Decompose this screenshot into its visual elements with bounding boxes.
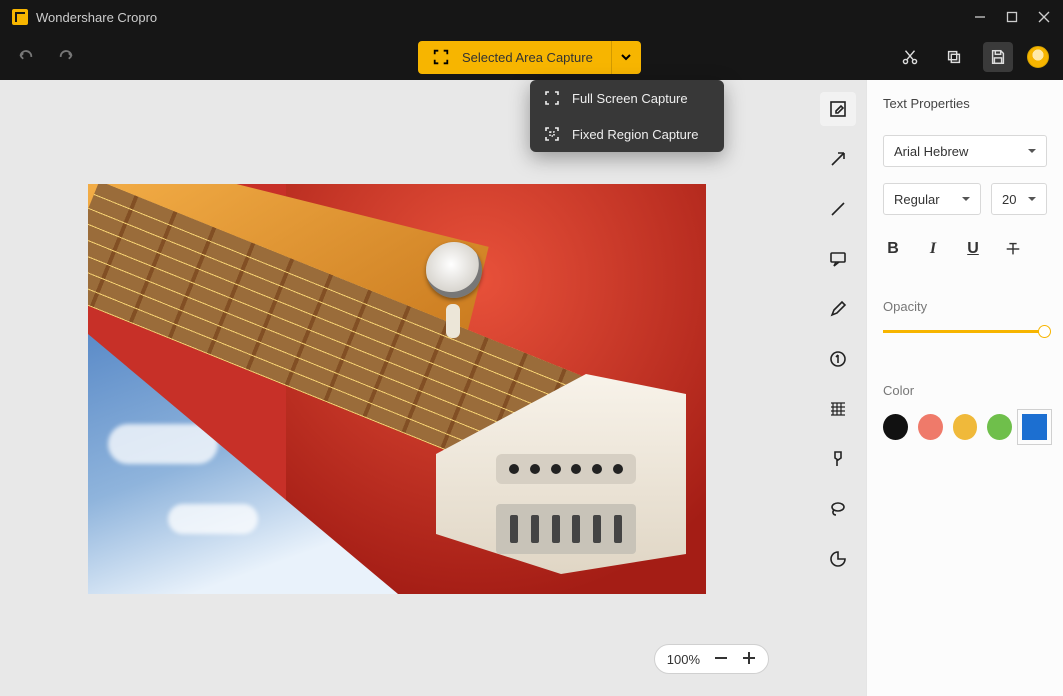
close-button[interactable] <box>1037 10 1051 24</box>
chevron-down-icon <box>620 51 632 63</box>
color-swatch[interactable] <box>883 414 908 440</box>
step-tool[interactable] <box>820 342 856 376</box>
window-title: Wondershare Cropro <box>36 10 157 25</box>
cut-button[interactable] <box>895 42 925 72</box>
underline-button[interactable]: U <box>963 239 983 259</box>
copy-button[interactable] <box>939 42 969 72</box>
opacity-slider[interactable] <box>883 330 1047 333</box>
highlighter-tool[interactable] <box>820 442 856 476</box>
capture-dropdown: Full Screen Capture Fixed Region Capture <box>530 80 724 152</box>
redo-button[interactable] <box>58 47 76 68</box>
opacity-label: Opacity <box>883 299 1047 314</box>
color-swatch[interactable] <box>918 414 943 440</box>
sticker-tool[interactable] <box>820 542 856 576</box>
lasso-tool[interactable] <box>820 492 856 526</box>
maximize-button[interactable] <box>1005 10 1019 24</box>
save-button[interactable] <box>983 42 1013 72</box>
font-weight-select[interactable]: Regular <box>883 183 981 215</box>
app-logo-icon <box>12 9 28 25</box>
color-swatch[interactable] <box>987 414 1012 440</box>
color-swatch[interactable] <box>1022 414 1047 440</box>
fixed-region-icon <box>544 126 560 142</box>
capture-mode-main[interactable]: Selected Area Capture <box>418 41 611 74</box>
dropdown-item-label: Fixed Region Capture <box>572 127 698 142</box>
canvas-area[interactable]: 100% <box>0 80 809 696</box>
tool-strip <box>809 80 866 696</box>
callout-tool[interactable] <box>820 242 856 276</box>
strike-button[interactable] <box>1003 239 1023 259</box>
blur-tool[interactable] <box>820 392 856 426</box>
font-family-select[interactable]: Arial Hebrew <box>883 135 1047 167</box>
capture-mode-label: Selected Area Capture <box>462 50 593 65</box>
color-swatch[interactable] <box>953 414 978 440</box>
top-toolbar: Selected Area Capture <box>0 34 1063 80</box>
zoom-value: 100% <box>667 652 700 667</box>
arrow-tool[interactable] <box>820 142 856 176</box>
titlebar: Wondershare Cropro <box>0 0 1063 34</box>
minimize-button[interactable] <box>973 10 987 24</box>
zoom-out-button[interactable] <box>714 651 728 668</box>
capture-button[interactable]: Selected Area Capture <box>418 41 641 74</box>
color-swatches <box>883 414 1047 440</box>
fullscreen-icon <box>544 90 560 106</box>
user-avatar[interactable] <box>1027 46 1049 68</box>
dropdown-item-fixed[interactable]: Fixed Region Capture <box>530 116 724 152</box>
properties-panel: Text Properties Arial Hebrew Regular 20 … <box>866 80 1063 696</box>
bold-button[interactable]: B <box>883 239 903 259</box>
dropdown-item-label: Full Screen Capture <box>572 91 688 106</box>
font-size-select[interactable]: 20 <box>991 183 1047 215</box>
panel-title: Text Properties <box>883 96 1047 111</box>
canvas-image[interactable] <box>88 184 706 594</box>
italic-button[interactable]: I <box>923 239 943 259</box>
capture-mode-caret[interactable] <box>611 41 641 74</box>
color-label: Color <box>883 383 1047 398</box>
capture-frame-icon <box>432 48 450 66</box>
pencil-tool[interactable] <box>820 292 856 326</box>
zoom-in-button[interactable] <box>742 651 756 668</box>
annotate-tool[interactable] <box>820 92 856 126</box>
zoom-control: 100% <box>654 644 769 674</box>
dropdown-item-fullscreen[interactable]: Full Screen Capture <box>530 80 724 116</box>
line-tool[interactable] <box>820 192 856 226</box>
undo-button[interactable] <box>16 47 34 68</box>
